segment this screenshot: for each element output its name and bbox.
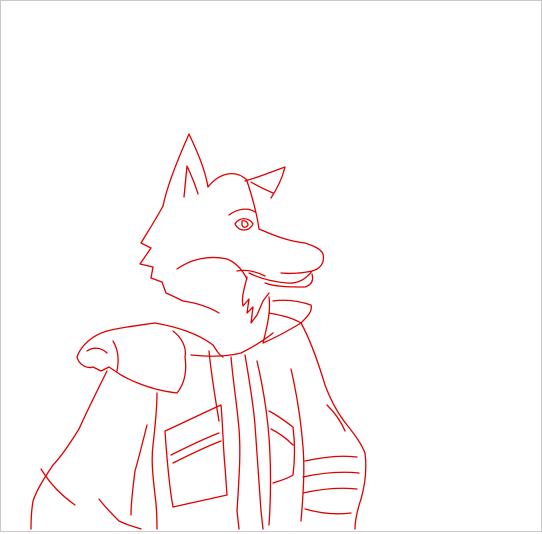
zipper-left [230, 356, 241, 530]
head-top-outline [207, 173, 248, 188]
shoulder-pad-fold [86, 347, 108, 354]
right-sleeve-cuff [304, 455, 358, 462]
right-shoulder-outline [300, 322, 366, 454]
right-sleeve-band-2 [302, 487, 358, 494]
right-arm-outer [354, 452, 367, 530]
pocket-flap-right [270, 428, 294, 446]
left-cheek-fur [139, 205, 184, 302]
lower-jaw [236, 269, 266, 277]
eye-pupil [241, 220, 249, 228]
nose [280, 253, 325, 275]
left-hand-line [40, 468, 76, 506]
collar-left [154, 322, 224, 358]
shoulder-pad-seam [112, 340, 119, 372]
chest-pocket-left [164, 404, 228, 508]
jacket-placket [256, 360, 272, 526]
left-shoulder [30, 322, 187, 530]
jacket-collar [154, 296, 313, 358]
left-ear-inner [183, 165, 199, 198]
snout-top [246, 180, 324, 255]
wolf-character-sketch [30, 133, 367, 530]
right-sleeve-band [302, 471, 360, 478]
eyebrow [228, 208, 256, 216]
collar-neck-band [190, 332, 274, 357]
left-arm-inner [151, 392, 158, 530]
left-sleeve-fold [130, 424, 148, 516]
pocket-flap-left-2 [172, 440, 222, 464]
collar-right-fold [268, 312, 302, 324]
shoulder-pad-left [76, 322, 187, 394]
right-ear-inner [250, 181, 274, 194]
left-arm-outline [30, 370, 108, 530]
zipper-right [244, 354, 264, 530]
neck-fur-left [182, 300, 220, 314]
chest-pocket-right [268, 410, 296, 484]
face-contour [176, 256, 248, 280]
neck-fur-tufts [241, 276, 270, 324]
collar-right [262, 296, 313, 344]
left-ear-outline [162, 133, 209, 207]
right-arm [290, 322, 367, 530]
wolf-head [139, 133, 325, 324]
drawing-canvas[interactable] [0, 0, 542, 532]
left-sleeve-crease [98, 498, 142, 530]
right-cuff-bottom [304, 508, 352, 515]
